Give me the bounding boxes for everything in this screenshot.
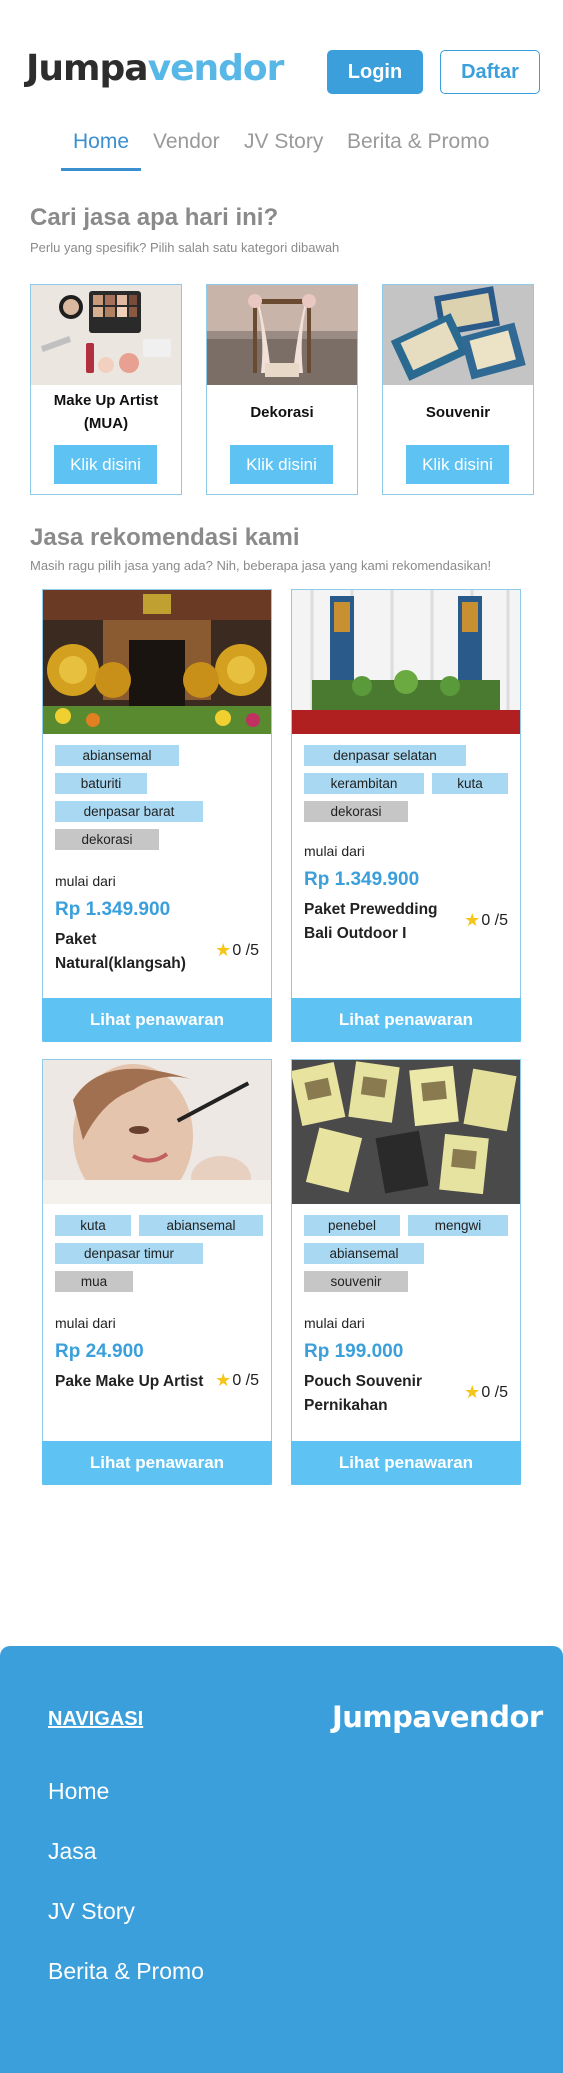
category-dekorasi-button[interactable]: Klik disini — [230, 445, 333, 484]
product-card[interactable]: abiansemal baturiti denpasar barat dekor… — [42, 589, 272, 1042]
decoration-photo — [207, 285, 357, 385]
rating-value: 0 /5 — [481, 911, 508, 929]
site-header: Jumpavendor Login Daftar — [0, 0, 563, 120]
location-tag: abiansemal — [55, 745, 179, 766]
category-souvenir-button[interactable]: Klik disini — [406, 445, 509, 484]
prewedding-decor-photo — [292, 590, 520, 734]
location-tag: abiansemal — [139, 1215, 263, 1236]
product-name-line1: Paket Prewedding — [304, 901, 438, 918]
tab-vendor[interactable]: Vendor — [153, 130, 220, 154]
site-footer: NAVIGASI Jumpavendor Home Jasa JV Story … — [0, 1646, 563, 2073]
location-tag: baturiti — [55, 773, 147, 794]
active-tab-indicator — [61, 168, 141, 171]
product-name-line2: Bali Outdoor I — [304, 925, 407, 942]
footer-logo[interactable]: Jumpavendor — [332, 1700, 543, 1734]
category-card-dekorasi[interactable]: Dekorasi Klik disini — [206, 284, 358, 495]
category-label-line2: (MUA) — [83, 415, 129, 432]
register-button[interactable]: Daftar — [440, 50, 540, 94]
category-label-line1: Dekorasi — [250, 404, 314, 421]
footer-link-berita-promo[interactable]: Berita & Promo — [48, 1958, 204, 1985]
decoration-gate-photo — [43, 590, 271, 734]
price-prefix: mulai dari — [304, 1315, 365, 1331]
category-label-line1: Make Up Artist — [53, 392, 159, 409]
product-rating: ★ 0 /5 — [464, 1382, 508, 1403]
footer-link-home[interactable]: Home — [48, 1778, 109, 1805]
makeup-photo — [31, 285, 181, 385]
location-tag: abiansemal — [304, 1243, 424, 1264]
location-tag: mengwi — [408, 1215, 508, 1236]
rating-value: 0 /5 — [232, 1371, 259, 1389]
footer-link-jasa[interactable]: Jasa — [48, 1838, 97, 1865]
souvenir-photo — [383, 285, 533, 385]
view-offer-button[interactable]: Lihat penawaran — [42, 998, 272, 1042]
category-tag: mua — [55, 1271, 133, 1292]
category-mua-button[interactable]: Klik disini — [54, 445, 157, 484]
star-icon: ★ — [464, 910, 481, 930]
rating-value: 0 /5 — [481, 1383, 508, 1401]
product-name-line2: Pernikahan — [304, 1397, 388, 1414]
product-name-line1: Paket — [55, 931, 97, 948]
recommend-title: Jasa rekomendasi kami — [30, 524, 300, 551]
product-name-line1: Pake Make Up Artist — [55, 1373, 204, 1390]
recommend-subtitle: Masih ragu pilih jasa yang ada? Nih, beb… — [30, 558, 492, 573]
product-price: Rp 1.349.900 — [55, 899, 171, 920]
location-tag: kuta — [55, 1215, 131, 1236]
category-tag: dekorasi — [55, 829, 159, 850]
category-tag: dekorasi — [304, 801, 408, 822]
footer-nav-title: NAVIGASI — [48, 1708, 144, 1730]
product-name-line1: Pouch Souvenir — [304, 1373, 422, 1390]
view-offer-button[interactable]: Lihat penawaran — [291, 1441, 521, 1485]
tab-jv-story[interactable]: JV Story — [244, 130, 323, 154]
location-tag: denpasar barat — [55, 801, 203, 822]
login-button[interactable]: Login — [327, 50, 423, 94]
price-prefix: mulai dari — [304, 843, 365, 859]
category-card-mua[interactable]: Make Up Artist (MUA) Klik disini — [30, 284, 182, 495]
product-price: Rp 199.000 — [304, 1341, 404, 1362]
view-offer-button[interactable]: Lihat penawaran — [42, 1441, 272, 1485]
product-price: Rp 24.900 — [55, 1341, 144, 1362]
pouch-souvenir-photo — [292, 1060, 520, 1204]
categories-subtitle: Perlu yang spesifik? Pilih salah satu ka… — [30, 240, 340, 255]
category-label-line1: Souvenir — [425, 404, 491, 421]
tab-berita-promo[interactable]: Berita & Promo — [347, 130, 489, 154]
product-card[interactable]: denpasar selatan kerambitan kuta dekoras… — [291, 589, 521, 1042]
rating-value: 0 /5 — [232, 941, 259, 959]
star-icon: ★ — [215, 940, 232, 960]
logo-text-part1: Jumpa — [26, 48, 149, 89]
product-rating: ★ 0 /5 — [215, 1370, 259, 1391]
product-price: Rp 1.349.900 — [304, 869, 420, 890]
makeup-artist-photo — [43, 1060, 271, 1204]
product-rating: ★ 0 /5 — [215, 940, 259, 961]
star-icon: ★ — [464, 1382, 481, 1402]
star-icon: ★ — [215, 1370, 232, 1390]
location-tag: kuta — [432, 773, 508, 794]
location-tag: penebel — [304, 1215, 400, 1236]
logo-text-part2: vendor — [147, 48, 285, 89]
product-name-line2: Natural(klangsah) — [55, 955, 186, 972]
footer-link-jv-story[interactable]: JV Story — [48, 1898, 135, 1925]
product-card[interactable]: penebel mengwi abiansemal souvenir mulai… — [291, 1059, 521, 1485]
price-prefix: mulai dari — [55, 1315, 116, 1331]
location-tag: kerambitan — [304, 773, 424, 794]
product-rating: ★ 0 /5 — [464, 910, 508, 931]
product-card[interactable]: kuta abiansemal denpasar timur mua mulai… — [42, 1059, 272, 1485]
tab-home[interactable]: Home — [73, 130, 129, 154]
location-tag: denpasar selatan — [304, 745, 466, 766]
site-logo[interactable]: Jumpavendor — [26, 48, 285, 89]
category-card-souvenir[interactable]: Souvenir Klik disini — [382, 284, 534, 495]
category-tag: souvenir — [304, 1271, 408, 1292]
view-offer-button[interactable]: Lihat penawaran — [291, 998, 521, 1042]
price-prefix: mulai dari — [55, 873, 116, 889]
main-nav: Home Vendor JV Story Berita & Promo — [0, 124, 563, 174]
location-tag: denpasar timur — [55, 1243, 203, 1264]
categories-title: Cari jasa apa hari ini? — [30, 204, 279, 231]
